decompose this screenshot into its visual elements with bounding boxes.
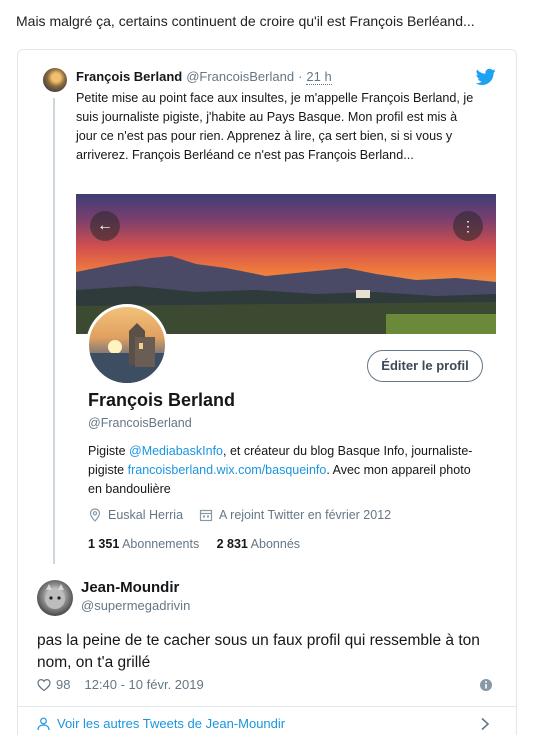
thread-line [53, 98, 55, 564]
profile-joined: A rejoint Twitter en février 2012 [219, 508, 392, 522]
profile-location: Euskal Herria [108, 508, 184, 522]
like-count: 98 [56, 677, 71, 692]
bio-link-mention[interactable]: @MediabaskInfo [129, 444, 223, 458]
location-icon [89, 508, 101, 522]
twitter-bird-icon[interactable] [476, 68, 496, 86]
quoted-tweet-header: François Berland @FrancoisBerland · 21 h [76, 69, 332, 85]
reply-text: pas la peine de te cacher sous un faux p… [37, 632, 480, 671]
profile-meta: Euskal Herria A rejoint Twitter en févri… [88, 508, 391, 522]
profile-bio: Pigiste @MediabaskInfo, et créateur du b… [88, 442, 488, 499]
post-caption: Mais malgré ça, certains continuent de c… [16, 13, 475, 29]
quoted-author-handle[interactable]: @FrancoisBerland [186, 69, 294, 84]
profile-name: François Berland [88, 390, 236, 410]
quoted-tweet-text: Petite mise au point face aux insultes, … [76, 91, 474, 162]
see-more-label: Voir les autres Tweets de Jean-Moundir [57, 716, 286, 731]
edit-profile-button[interactable]: Éditer le profil [367, 350, 483, 382]
following-label: Abonnements [122, 537, 200, 551]
reply-author-avatar[interactable] [37, 580, 73, 616]
reply-author-handle[interactable]: @supermegadrivin [81, 598, 190, 613]
bio-text: Pigiste [88, 444, 129, 458]
followers-stat[interactable]: 2 831 Abonnés [217, 537, 300, 551]
bio-link-website[interactable]: francoisberland.wix.com/basqueinfo [128, 463, 327, 477]
profile-stats: 1 351 Abonnements 2 831 Abonnés [88, 537, 300, 551]
profile-handle: @FrancoisBerland [88, 416, 192, 430]
chevron-right-icon[interactable] [479, 717, 491, 731]
quoted-tweet-time[interactable]: 21 h [306, 69, 332, 85]
reply-author-name[interactable]: Jean-Moundir [81, 579, 179, 596]
profile-screenshot[interactable]: ← ⋮ Éditer le profil François Berland @F… [76, 194, 496, 564]
heart-icon[interactable] [37, 678, 51, 692]
reply-timestamp[interactable]: 12:40 - 10 févr. 2019 [84, 677, 203, 692]
following-stat[interactable]: 1 351 Abonnements [88, 537, 199, 551]
quoted-author-name[interactable]: François Berland [76, 69, 182, 84]
info-icon[interactable] [479, 678, 493, 692]
user-icon [37, 717, 50, 730]
following-count: 1 351 [88, 537, 120, 551]
calendar-icon [199, 509, 213, 522]
back-arrow-icon[interactable]: ← [90, 211, 120, 241]
separator-dot: · [298, 69, 303, 84]
profile-avatar [86, 304, 168, 386]
followers-count: 2 831 [216, 537, 248, 551]
see-more-tweets-link[interactable]: Voir les autres Tweets de Jean-Moundir [37, 716, 285, 731]
more-icon[interactable]: ⋮ [453, 211, 483, 241]
divider [18, 706, 516, 707]
followers-label: Abonnés [250, 537, 301, 551]
reply-footer: 98 12:40 - 10 févr. 2019 [37, 677, 204, 692]
quoted-author-avatar[interactable] [43, 68, 67, 92]
